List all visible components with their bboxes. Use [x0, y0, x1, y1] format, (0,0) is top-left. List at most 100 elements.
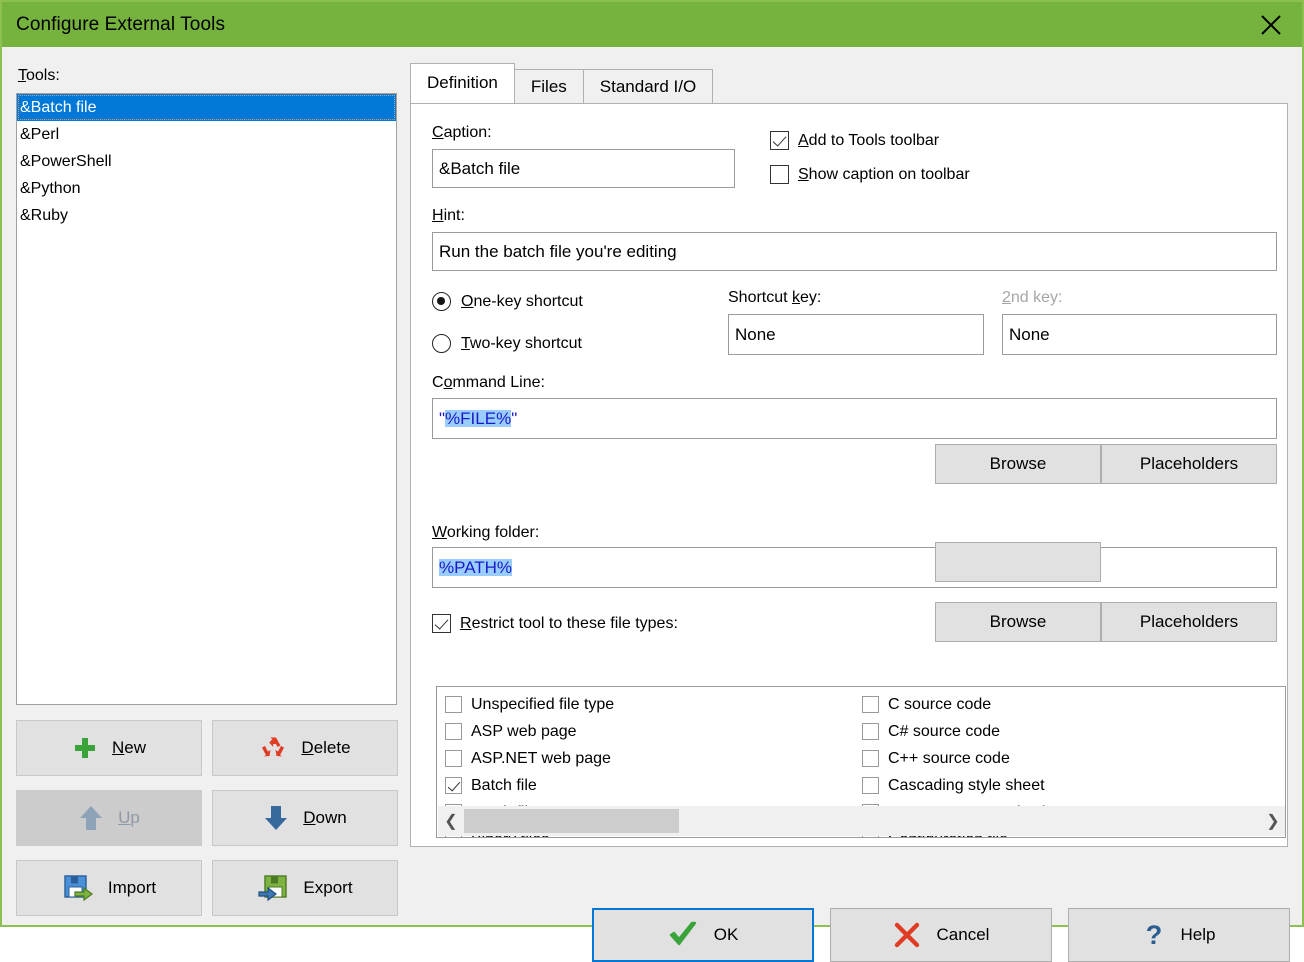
tools-listbox[interactable]: &Batch file &Perl &PowerShell &Python &R… [16, 93, 397, 705]
plus-icon [72, 735, 98, 761]
up-button-label: Up [118, 808, 140, 827]
help-button[interactable]: ? Help [1068, 908, 1290, 962]
question-mark-icon: ? [1143, 920, 1165, 950]
add-to-tools-toolbar-label: Add to Tools toolbar [798, 131, 940, 149]
hint-label: Hint: [432, 207, 465, 224]
tool-list-item[interactable]: &PowerShell [17, 148, 396, 175]
up-button[interactable]: Up [16, 790, 202, 846]
tab-control: Definition Files Standard I/O Caption: &… [410, 63, 1288, 847]
file-types-list[interactable]: Unspecified file type ASP web page ASP.N… [436, 686, 1286, 838]
working-folder-placeholders-button[interactable]: Placeholders [1101, 602, 1277, 642]
file-types-horizontal-scrollbar[interactable]: ❮ ❯ [438, 806, 1285, 836]
file-type-item[interactable]: C# source code [862, 718, 1071, 745]
new-button[interactable]: New [16, 720, 202, 776]
file-type-label: Cascading style sheet [888, 776, 1045, 794]
quote-close: " [511, 409, 518, 428]
add-to-tools-toolbar-checkbox[interactable]: Add to Tools toolbar [770, 131, 939, 150]
working-folder-label: Working folder: [432, 524, 540, 541]
two-key-shortcut-label: Two-key shortcut [461, 334, 582, 352]
hint-input[interactable]: Run the batch file you're editing [432, 232, 1277, 271]
command-line-browse-button[interactable]: Browse [935, 444, 1101, 484]
export-button-label: Export [303, 878, 353, 897]
tab-files[interactable]: Files [513, 69, 584, 103]
file-type-label: Unspecified file type [471, 695, 615, 713]
close-icon[interactable] [1240, 2, 1302, 47]
title-bar: Configure External Tools [2, 2, 1302, 47]
help-button-label: Help [1180, 925, 1216, 944]
tool-list-item[interactable]: &Batch file [17, 94, 396, 121]
second-key-label: 2nd key: [1002, 289, 1063, 306]
working-folder-browse-button[interactable]: Browse [935, 602, 1101, 642]
export-button[interactable]: Export [212, 860, 398, 916]
cancel-button[interactable]: Cancel [830, 908, 1052, 962]
one-key-shortcut-radio[interactable]: One-key shortcut [432, 292, 583, 311]
tab-definition[interactable]: Definition [410, 63, 515, 103]
checkbox-box [862, 723, 879, 740]
shortcut-key-input[interactable]: None [728, 314, 984, 355]
window-title: Configure External Tools [16, 13, 226, 35]
x-icon [893, 921, 921, 949]
show-caption-on-toolbar-checkbox[interactable]: Show caption on toolbar [770, 165, 970, 184]
command-line-placeholders-button[interactable]: Placeholders [1101, 444, 1277, 484]
import-disk-icon [62, 873, 94, 903]
ok-button[interactable]: OK [592, 908, 814, 962]
file-type-label: C# source code [888, 722, 1001, 740]
checkbox-box [445, 723, 462, 740]
arrow-up-icon [78, 804, 104, 832]
checkbox-box [432, 614, 451, 633]
delete-button-label: Delete [301, 738, 351, 757]
caption-input[interactable]: &Batch file [432, 149, 735, 188]
file-type-label: ASP.NET web page [471, 749, 611, 767]
file-type-item[interactable]: Unspecified file type [445, 691, 614, 718]
definition-tab-page: Caption: &Batch file Add to Tools toolba… [410, 103, 1288, 847]
scrollbar-track[interactable] [464, 806, 1260, 836]
checkbox-box [770, 165, 789, 184]
export-disk-icon [257, 873, 289, 903]
file-type-label: ASP web page [471, 722, 577, 740]
down-button[interactable]: Down [212, 790, 398, 846]
import-button-label: Import [107, 878, 157, 897]
svg-text:?: ? [1145, 920, 1162, 950]
file-type-item[interactable]: ASP.NET web page [445, 745, 614, 772]
delete-button[interactable]: Delete [212, 720, 398, 776]
cancel-button-label: Cancel [936, 925, 990, 944]
file-type-item[interactable]: Cascading style sheet [862, 772, 1071, 799]
command-line-input[interactable]: " %FILE% " [432, 398, 1277, 439]
file-type-item[interactable]: C++ source code [862, 745, 1071, 772]
import-button[interactable]: Import [16, 860, 202, 916]
file-type-label: C++ source code [888, 749, 1010, 767]
restrict-file-types-label: Restrict tool to these file types: [460, 614, 678, 632]
check-icon [668, 921, 698, 949]
arrow-down-icon [263, 804, 289, 832]
file-type-item[interactable]: C source code [862, 691, 1071, 718]
restrict-file-types-checkbox[interactable]: Restrict tool to these file types: [432, 614, 678, 633]
shortcut-key-label: Shortcut key: [728, 289, 822, 306]
tools-label: Tools: [18, 67, 60, 84]
second-key-input[interactable]: None [1002, 314, 1277, 355]
file-type-item[interactable]: Batch file [445, 772, 614, 799]
command-line-placeholder-token: %FILE% [445, 409, 512, 428]
new-button-label: New [111, 738, 146, 757]
checkbox-box [445, 696, 462, 713]
tool-list-item[interactable]: &Perl [17, 121, 396, 148]
scrollbar-thumb[interactable] [464, 809, 679, 833]
radio-box [432, 334, 451, 353]
file-type-label: C source code [888, 695, 992, 713]
tab-standard-io[interactable]: Standard I/O [582, 69, 714, 103]
two-key-shortcut-radio[interactable]: Two-key shortcut [432, 334, 582, 353]
checkbox-box [862, 777, 879, 794]
show-caption-on-toolbar-label: Show caption on toolbar [798, 165, 970, 183]
chevron-right-icon[interactable]: ❯ [1260, 806, 1285, 836]
tab-strip: Definition Files Standard I/O [410, 63, 714, 103]
radio-box [432, 292, 451, 311]
chevron-left-icon[interactable]: ❮ [438, 806, 464, 836]
checkbox-box [445, 750, 462, 767]
working-folder-input[interactable]: %PATH% [432, 547, 1277, 588]
tool-list-item[interactable]: &Ruby [17, 202, 396, 229]
file-type-item[interactable]: ASP web page [445, 718, 614, 745]
ok-button-label: OK [713, 925, 739, 944]
checkbox-box [862, 750, 879, 767]
tool-list-item[interactable]: &Python [17, 175, 396, 202]
recycle-icon [259, 735, 287, 761]
down-button-label: Down [303, 808, 347, 827]
